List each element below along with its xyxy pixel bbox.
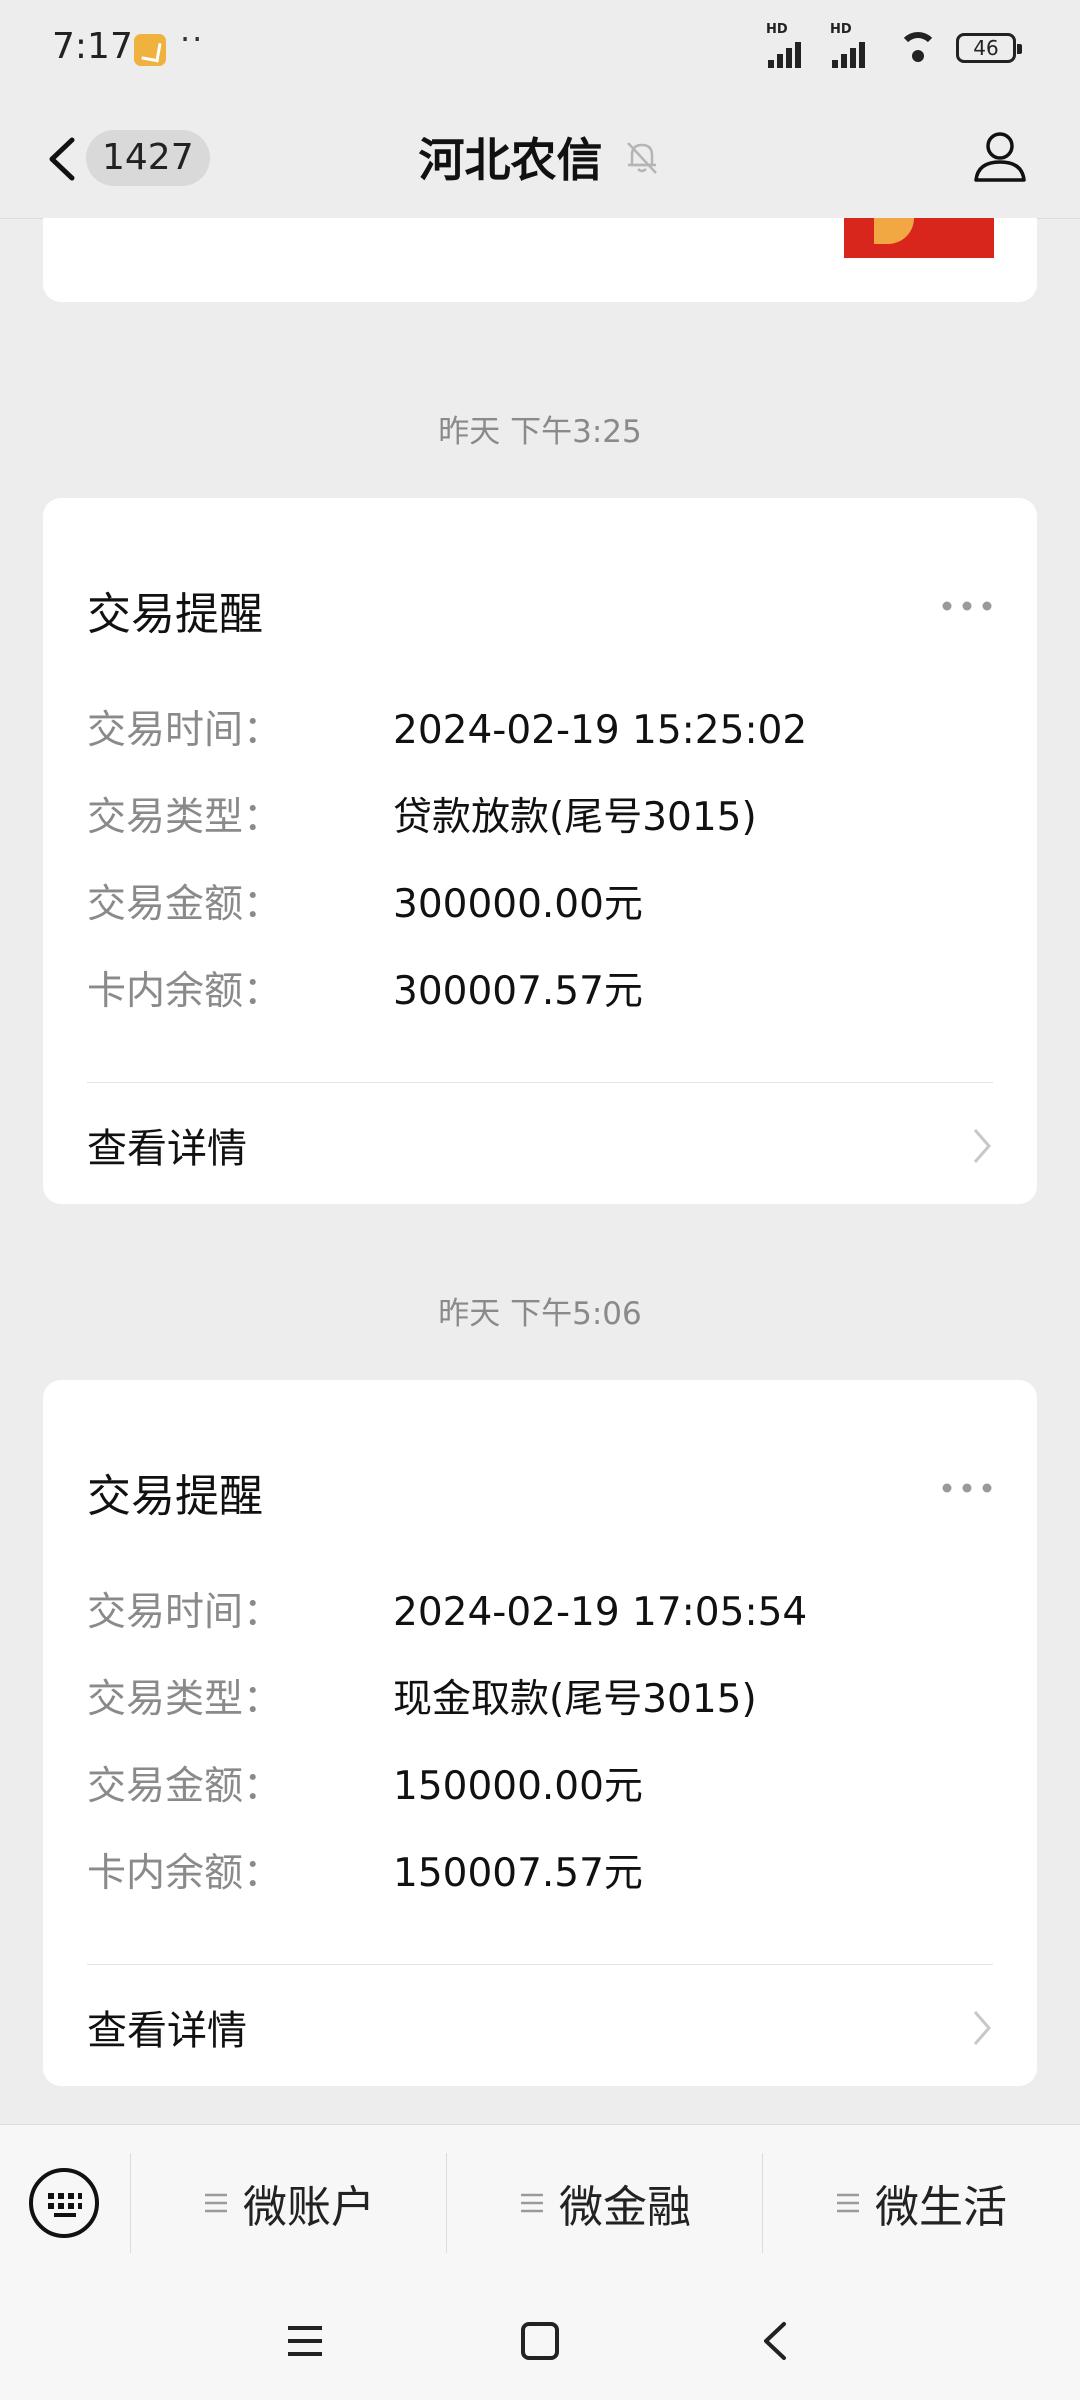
menu-item-micro-account[interactable]: 微账户 xyxy=(130,2153,447,2253)
page-title: 河北农信 xyxy=(418,133,603,187)
back-icon[interactable] xyxy=(750,2316,800,2366)
status-time: 7:17 xyxy=(52,26,133,67)
status-bar: 7:17 ·· HD HD 46 xyxy=(0,0,1080,100)
keyboard-icon[interactable] xyxy=(28,2167,100,2239)
more-notifications-indicator: ·· xyxy=(180,20,205,58)
field-value: 150000.00元 xyxy=(393,1764,643,1809)
field-label: 交易金额： xyxy=(87,882,283,927)
card-divider xyxy=(87,1082,993,1083)
menu-lines-icon xyxy=(521,2193,543,2213)
card-title: 交易提醒 xyxy=(87,1471,263,1522)
field-value: 2024-02-19 17:05:54 xyxy=(393,1590,808,1635)
view-details-link[interactable]: 查看详情 xyxy=(87,1098,993,1188)
menu-lines-icon xyxy=(205,2193,227,2213)
official-account-menu: 微账户 微金融 微生活 xyxy=(0,2124,1080,2279)
battery-icon: 46 xyxy=(956,33,1022,63)
menu-item-label: 微账户 xyxy=(243,2182,375,2233)
menu-item-label: 微金融 xyxy=(559,2182,691,2233)
wifi-icon xyxy=(894,28,942,68)
title-area: 河北农信 xyxy=(0,124,1080,190)
previous-message-card[interactable] xyxy=(43,218,1037,302)
signal-icon-2: HD xyxy=(830,22,880,68)
field-value: 贷款放款(尾号3015) xyxy=(393,795,757,840)
field-label: 交易类型： xyxy=(87,1677,283,1722)
chevron-right-icon xyxy=(973,2011,991,2045)
card-divider xyxy=(87,1964,993,1965)
view-details-label: 查看详情 xyxy=(87,1126,247,1172)
field-label: 卡内余额： xyxy=(87,969,283,1014)
bell-off-icon xyxy=(626,142,657,174)
message-thumbnail xyxy=(844,218,994,258)
menu-lines-icon xyxy=(837,2193,859,2213)
view-details-label: 查看详情 xyxy=(87,2008,247,2054)
chevron-right-icon xyxy=(973,1129,991,1163)
field-label: 交易时间： xyxy=(87,708,283,753)
signal-icon-1: HD xyxy=(766,22,816,68)
system-navigation-bar xyxy=(0,2278,1080,2400)
transaction-card[interactable]: 交易提醒 交易时间： 2024-02-19 17:05:54 交易类型： 现金取… xyxy=(43,1380,1037,2086)
field-value: 现金取款(尾号3015) xyxy=(393,1677,757,1722)
field-value: 150007.57元 xyxy=(393,1851,643,1896)
view-details-link[interactable]: 查看详情 xyxy=(87,1980,993,2070)
more-dots-icon[interactable] xyxy=(941,1482,993,1494)
field-label: 交易金额： xyxy=(87,1764,283,1809)
transaction-card[interactable]: 交易提醒 交易时间： 2024-02-19 15:25:02 交易类型： 贷款放… xyxy=(43,498,1037,1204)
menu-item-micro-life[interactable]: 微生活 xyxy=(762,2153,1079,2253)
message-timestamp: 昨天 下午5:06 xyxy=(438,1296,642,1332)
menu-item-label: 微生活 xyxy=(875,2182,1007,2233)
field-value: 2024-02-19 15:25:02 xyxy=(393,708,808,753)
field-value: 300000.00元 xyxy=(393,882,643,927)
message-timestamp: 昨天 下午3:25 xyxy=(438,414,642,450)
person-icon[interactable] xyxy=(970,126,1030,186)
menu-icon[interactable] xyxy=(280,2316,330,2366)
chat-header: 1427 河北农信 xyxy=(0,100,1080,219)
notification-app-icon xyxy=(134,34,166,66)
field-label: 卡内余额： xyxy=(87,1851,283,1896)
field-label: 交易类型： xyxy=(87,795,283,840)
menu-item-micro-finance[interactable]: 微金融 xyxy=(446,2153,763,2253)
home-square-icon[interactable] xyxy=(515,2316,565,2366)
field-value: 300007.57元 xyxy=(393,969,643,1014)
more-dots-icon[interactable] xyxy=(941,600,993,612)
card-title: 交易提醒 xyxy=(87,589,263,640)
battery-level: 46 xyxy=(973,36,999,60)
field-label: 交易时间： xyxy=(87,1590,283,1635)
